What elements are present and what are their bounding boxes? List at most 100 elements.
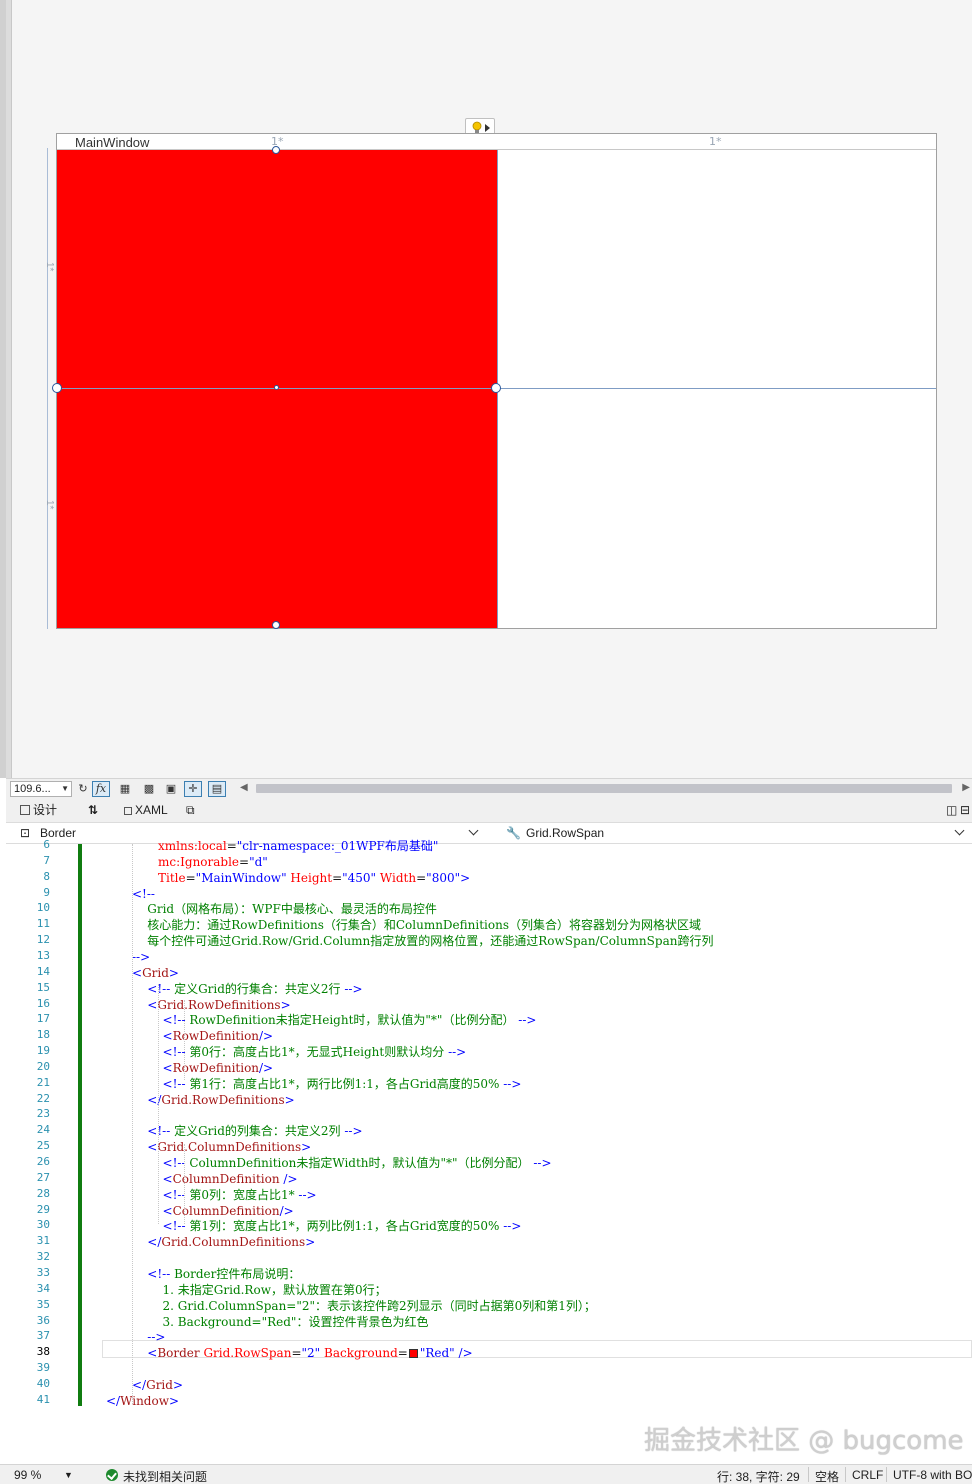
indent-guide [158,984,159,1224]
line-number: 24 [36,1123,50,1137]
center-handle[interactable] [274,385,279,390]
chevron-down-icon [468,825,479,836]
indent-guide [184,1000,185,1080]
resize-handle-right[interactable] [491,383,501,393]
tab-xaml[interactable]: XAML [124,801,168,819]
code-line[interactable]: <!-- 第0列：宽度占比1* --> [132,1187,317,1203]
code-line[interactable]: <!-- [132,886,155,902]
horizontal-scrollbar[interactable] [256,784,952,793]
code-line[interactable]: <!-- 定义Grid的行集合：共定义2行 --> [132,981,362,997]
designer-toolbar: 109.6... ▼ ↻ fx ▦ ▩ ▣ ✛ ▤ ◀ ▶ [6,778,972,798]
status-position[interactable]: 行: 38, 字符: 29 [717,1468,800,1484]
code-line[interactable]: </Grid.RowDefinitions> [132,1092,294,1108]
code-line[interactable]: </Grid> [132,1377,183,1393]
code-line[interactable]: 每个控件可通过Grid.Row/Grid.Column指定放置的网格位置，还能通… [132,933,713,949]
code-line[interactable]: <ColumnDefinition/> [132,1203,294,1219]
design-icon [20,805,30,815]
line-number: 30 [36,1218,50,1232]
row-size-marker-1[interactable]: 1* [44,262,55,271]
code-line[interactable]: <Grid.RowDefinitions> [132,997,290,1013]
view-tabs: 设计 ⇅ XAML ⧉ ◫ ⊟ [6,798,972,822]
status-bar: 99 % ▼ 未找到相关问题 行: 38, 字符: 29 空格 CRLF UTF… [0,1464,972,1484]
member-dropdown[interactable]: 🔧 Grid.RowSpan [496,823,972,843]
line-number: 12 [36,933,50,947]
row-size-marker-2[interactable]: 1* [44,500,55,509]
indent-guide [184,1144,185,1224]
snap-lines-icon[interactable]: ✛ [184,781,202,797]
popout-xaml-icon[interactable]: ⧉ [186,801,195,819]
code-line[interactable]: <!-- 第1行：高度占比1*，两行比例1:1，各占Grid高度的50% --> [132,1076,522,1092]
line-number: 9 [43,885,50,899]
status-line-ending[interactable]: CRLF [852,1468,883,1482]
code-line[interactable]: 2. Grid.ColumnSpan="2"：表示该控件跨2列显示（同时占据第0… [132,1298,596,1314]
line-number: 36 [36,1313,50,1327]
swap-panes-button[interactable]: ⇅ [88,801,98,819]
code-line[interactable]: </Grid.ColumnDefinitions> [132,1234,315,1250]
grid-icon[interactable]: ▦ [116,781,134,797]
snap-grid-icon[interactable]: ▩ [140,781,158,797]
chevron-down-icon[interactable]: ▼ [64,1470,73,1480]
code-preview-icon[interactable]: ▤ [208,781,226,797]
code-line[interactable]: <ColumnDefinition /> [132,1171,298,1187]
line-number: 22 [36,1091,50,1105]
code-line[interactable]: <!-- 第0行：高度占比1*，无显式Height则默认均分 --> [132,1044,467,1060]
code-line[interactable]: <!-- 定义Grid的列集合：共定义2列 --> [132,1123,362,1139]
code-line[interactable]: <!-- ColumnDefinition未指定Width时，默认值为"*"（比… [132,1155,552,1171]
indent-guide [132,844,133,1404]
status-zoom[interactable]: 99 % [14,1468,41,1482]
scroll-right-icon[interactable]: ▶ [962,782,970,793]
line-number: 17 [36,1012,50,1026]
code-line[interactable]: 1. 未指定Grid.Row，默认放置在第0行； [132,1282,387,1298]
artboard-icon[interactable]: ▣ [162,781,180,797]
code-editor[interactable]: 6 7 8 9 10 11 12 13 14 15 16 17 18 19 20 21 22 23 24 25 26 27… [6,838,972,1464]
zoom-dropdown[interactable]: 109.6... ▼ [10,781,72,797]
window-title-bar: MainWindow 1* 1* [57,134,936,150]
code-line[interactable]: Grid（网格布局）：WPF中最核心、最灵活的布局控件 [132,901,437,917]
status-encoding[interactable]: UTF-8 with BO [893,1468,972,1482]
line-number: 21 [36,1075,50,1089]
code-line[interactable]: <!-- Border控件布局说明： [132,1266,300,1282]
code-line[interactable]: Title="MainWindow" Height="450" Width="8… [158,870,470,886]
code-line[interactable]: 核心能力：通过RowDefinitions（行集合）和ColumnDefinit… [132,917,701,933]
line-number: 41 [36,1392,50,1406]
xaml-designer-surface[interactable]: 1* 1* MainWindow 1* 1* [0,0,972,778]
refresh-icon[interactable]: ↻ [74,781,92,797]
status-indent[interactable]: 空格 [815,1468,839,1484]
line-number: 8 [43,869,50,883]
resize-handle-top[interactable] [272,146,280,154]
resize-handle-bottom[interactable] [272,621,280,629]
code-line[interactable]: --> [132,949,150,965]
code-line[interactable]: mc:Ignorable="d" [158,854,268,870]
split-vertical-icon[interactable]: ◫ [946,801,957,819]
code-line[interactable]: <RowDefinition/> [132,1028,274,1044]
line-number: 28 [36,1186,50,1200]
main-window-preview[interactable]: MainWindow 1* 1* [56,133,937,629]
scroll-left-icon[interactable]: ◀ [240,782,248,793]
tab-design[interactable]: 设计 [20,801,57,819]
code-line[interactable]: <!-- RowDefinition未指定Height时，默认值为"*"（比例分… [132,1012,537,1028]
line-number: 6 [43,838,50,851]
line-number: 7 [43,853,50,867]
status-separator [845,1467,846,1482]
code-line[interactable]: <Border Grid.RowSpan="2" Background= "Red… [132,1345,472,1361]
column-size-marker-2[interactable]: 1* [709,135,722,148]
resize-handle-left[interactable] [52,383,62,393]
line-number: 26 [36,1155,50,1168]
chevron-down-icon [954,825,965,836]
line-number: 29 [36,1202,50,1216]
code-line[interactable]: <!-- 第1列：宽度占比1*，两列比例1:1，各占Grid宽度的50% --> [132,1218,522,1234]
status-separator [886,1467,887,1482]
split-horizontal-icon[interactable]: ⊟ [960,801,970,819]
line-number: 37 [36,1329,50,1343]
status-issues[interactable]: 未找到相关问题 [123,1468,207,1484]
code-line[interactable]: --> [132,1329,165,1345]
status-separator [808,1467,809,1482]
code-line[interactable]: <RowDefinition/> [132,1060,274,1076]
code-line[interactable]: 3. Background="Red"：设置控件背景色为红色 [132,1314,429,1330]
line-number: 38 [36,1345,50,1359]
code-line[interactable]: </Window> [106,1393,179,1409]
code-line[interactable]: xmlns:local="clr-namespace:_01WPF布局基础" [158,838,438,854]
line-number: 25 [36,1139,50,1153]
code-line[interactable]: <Grid> [132,965,179,981]
fx-icon[interactable]: fx [92,781,110,797]
